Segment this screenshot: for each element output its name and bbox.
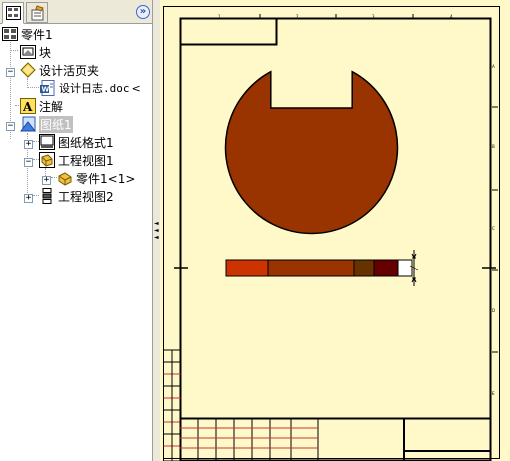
tab-feature-tree[interactable]	[2, 2, 24, 24]
tree-item-label: 注解	[39, 99, 64, 114]
tree-item-label: 设计活页夹	[39, 63, 100, 78]
sheet-icon	[19, 116, 37, 132]
tree-item-drawing-view-2[interactable]: 工程视图2	[39, 187, 114, 205]
tree-item-label: 工程视图1	[58, 153, 114, 168]
tree-item-sheet-format[interactable]: 图纸格式1	[39, 133, 114, 151]
section-segment	[267, 259, 355, 277]
design-binder-icon	[20, 62, 36, 78]
section-segment	[353, 259, 375, 277]
tree-connector	[27, 87, 39, 88]
expander-part-instance[interactable]: +	[42, 176, 51, 185]
zone-letter: B	[492, 144, 495, 149]
panel-splitter[interactable]: ◄ ◄ ◄	[153, 0, 160, 461]
tree-item-label: 图纸1	[39, 115, 73, 133]
expander-sheet[interactable]: −	[6, 122, 15, 131]
word-document-icon: W	[40, 80, 56, 96]
tree-item-drawing-view-1[interactable]: 工程视图1	[39, 151, 114, 169]
tree-item-design-binder[interactable]: 设计活页夹	[20, 61, 99, 79]
drawing-sheet[interactable]: 1 2 3 4 A B C D E	[160, 0, 510, 461]
annotation-icon: A	[20, 98, 36, 114]
section-segment	[397, 259, 413, 277]
sheet-format-icon	[39, 134, 55, 150]
drawing-view-icon	[39, 152, 55, 168]
section-segment	[373, 259, 399, 277]
feature-tree-icon	[6, 6, 21, 20]
expander-design-binder[interactable]: −	[6, 68, 15, 77]
tree-item-part-instance[interactable]: 零件1<1>	[57, 169, 135, 187]
expander-drawing-view-1[interactable]: −	[24, 158, 33, 167]
feature-manager-panel: » 零件1 块 − 设计活页夹 W 设计日志.doc < A 注解 − 图纸1 …	[0, 0, 153, 461]
svg-text:A: A	[22, 100, 33, 114]
tree-connector	[10, 50, 18, 51]
tree-item-label: 零件1	[21, 27, 53, 42]
panel-tab-bar: »	[0, 0, 152, 24]
tree-item-label: 零件1<1>	[76, 171, 136, 186]
drawing-sheet-area[interactable]: 1 2 3 4 A B C D E	[160, 0, 510, 461]
part-instance-icon	[57, 170, 73, 186]
link-arrow-icon: <	[131, 81, 141, 95]
expand-panel-button[interactable]: »	[136, 5, 150, 19]
tree-item-annotations[interactable]: A 注解	[20, 97, 63, 115]
tree-item-label: 工程视图2	[58, 189, 114, 204]
section-view-icon	[39, 188, 55, 204]
expander-sheet-format[interactable]: +	[24, 140, 33, 149]
properties-icon	[30, 5, 46, 21]
tree-item-design-log[interactable]: W 设计日志.doc <	[40, 79, 141, 97]
tab-properties[interactable]	[26, 2, 48, 23]
part-section-view[interactable]	[225, 259, 413, 277]
part-icon	[2, 26, 18, 42]
tree-item-label: 图纸格式1	[58, 135, 114, 150]
tree-item-block[interactable]: 块	[20, 43, 51, 61]
zone-letter: A	[492, 64, 495, 69]
tree-item-sheet[interactable]: 图纸1	[19, 115, 73, 133]
tree-item-label: 块	[39, 45, 52, 60]
section-segment	[225, 259, 269, 277]
zone-letter: C	[492, 226, 495, 231]
block-icon	[20, 44, 36, 60]
zone-letter: D	[492, 308, 495, 313]
tree-item-label: 设计日志.doc	[59, 82, 130, 95]
expander-drawing-view-2[interactable]: +	[24, 194, 33, 203]
feature-tree: 零件1 块 − 设计活页夹 W 设计日志.doc < A 注解 − 图纸1 + …	[0, 24, 152, 461]
collapse-arrows-icon[interactable]: ◄ ◄ ◄	[154, 220, 159, 241]
tree-item-root-part[interactable]: 零件1	[2, 25, 53, 43]
svg-text:W: W	[42, 86, 50, 94]
